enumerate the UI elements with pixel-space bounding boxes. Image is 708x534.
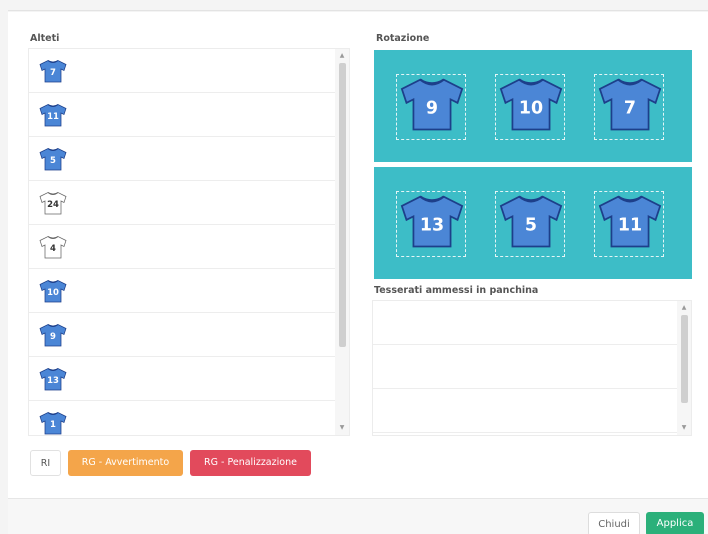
bench-row[interactable] (373, 345, 679, 389)
rotation-slot-11[interactable]: 11 (594, 191, 664, 257)
bench-label: Tesserati ammessi in panchina (374, 285, 539, 296)
shirt-number: 11 (47, 112, 59, 122)
modal-top-divider (8, 10, 708, 11)
athletes-scroll-thumb[interactable] (339, 63, 346, 347)
shirt-icon: 4 (39, 236, 67, 259)
athlete-row-11[interactable]: 11 (29, 93, 337, 137)
shirt-number: 9 (50, 332, 56, 342)
scroll-down-arrow-icon[interactable]: ▼ (677, 422, 691, 434)
rotation-label: Rotazione (376, 33, 430, 44)
athletes-list[interactable]: 1 13 9 10 4 24 5 11 7 ▲ ▼ (28, 48, 350, 436)
rotation-front-row: 9 10 7 (374, 50, 692, 162)
close-button[interactable]: Chiudi (588, 512, 640, 534)
athlete-row-1[interactable]: 1 (29, 401, 337, 435)
scroll-down-arrow-icon[interactable]: ▼ (335, 422, 349, 434)
rotation-slot-13[interactable]: 13 (396, 191, 466, 257)
shirt-number: 13 (47, 376, 59, 386)
rotation-slot-9[interactable]: 9 (396, 74, 466, 140)
athlete-shirt-24[interactable]: 24 (38, 190, 68, 216)
shirt-icon: 13 (400, 195, 464, 248)
rotation-slot-5[interactable]: 5 (495, 191, 565, 257)
shirt-icon: 7 (39, 60, 67, 83)
shirt-icon: 5 (499, 195, 563, 248)
shirt-icon: 1 (39, 412, 67, 435)
athlete-row-10[interactable]: 10 (29, 269, 337, 313)
athletes-label: Alteti (30, 33, 60, 44)
athlete-row-7[interactable]: 7 (29, 49, 337, 93)
rotation-back-row: 13 5 11 (374, 167, 692, 279)
shirt-number: 24 (47, 200, 59, 210)
athlete-shirt-7[interactable]: 7 (38, 58, 68, 84)
athlete-row-5[interactable]: 5 (29, 137, 337, 181)
shirt-number: 7 (624, 98, 636, 118)
athletes-scrollbar[interactable]: ▲ ▼ (335, 49, 349, 435)
rotation-slot-7[interactable]: 7 (594, 74, 664, 140)
shirt-icon: 10 (499, 78, 563, 131)
shirt-icon: 11 (39, 104, 67, 127)
athlete-shirt-1[interactable]: 1 (38, 410, 68, 435)
shirt-number: 10 (519, 98, 543, 118)
bench-list[interactable]: ▲ ▼ (372, 300, 692, 436)
athlete-shirt-4[interactable]: 4 (38, 234, 68, 260)
bench-scroll-thumb[interactable] (681, 315, 688, 403)
shirt-number: 10 (47, 288, 59, 298)
shirt-number: 9 (426, 98, 438, 118)
shirt-icon: 9 (400, 78, 464, 131)
athlete-shirt-13[interactable]: 13 (38, 366, 68, 392)
shirt-number: 5 (525, 215, 537, 235)
shirt-icon: 24 (39, 192, 67, 215)
scroll-up-arrow-icon[interactable]: ▲ (677, 302, 691, 314)
scroll-up-arrow-icon[interactable]: ▲ (335, 50, 349, 62)
athlete-shirt-10[interactable]: 10 (38, 278, 68, 304)
shirt-number: 4 (50, 244, 56, 254)
athlete-row-4[interactable]: 4 (29, 225, 337, 269)
rotation-slot-10[interactable]: 10 (495, 74, 565, 140)
athlete-row-24[interactable]: 24 (29, 181, 337, 225)
bench-scrollbar[interactable]: ▲ ▼ (677, 301, 691, 435)
athlete-row-13[interactable]: 13 (29, 357, 337, 401)
warning-button[interactable]: RG - Avvertimento (68, 450, 183, 476)
shirt-number: 7 (50, 68, 56, 78)
shirt-number: 5 (50, 156, 56, 166)
athlete-shirt-11[interactable]: 11 (38, 102, 68, 128)
shirt-number: 1 (50, 420, 56, 430)
shirt-number: 11 (618, 215, 642, 235)
shirt-icon: 9 (39, 324, 67, 347)
shirt-number: 13 (420, 215, 444, 235)
athlete-shirt-9[interactable]: 9 (38, 322, 68, 348)
shirt-icon: 11 (598, 195, 662, 248)
athlete-shirt-5[interactable]: 5 (38, 146, 68, 172)
shirt-icon: 10 (39, 280, 67, 303)
shirt-icon: 7 (598, 78, 662, 131)
shirt-icon: 5 (39, 148, 67, 171)
bench-row[interactable] (373, 301, 679, 345)
penalty-button[interactable]: RG - Penalizzazione (190, 450, 311, 476)
shirt-icon: 13 (39, 368, 67, 391)
ri-button[interactable]: RI (30, 450, 61, 476)
apply-button[interactable]: Applica (646, 512, 704, 534)
athlete-row-9[interactable]: 9 (29, 313, 337, 357)
bench-row[interactable] (373, 389, 679, 433)
